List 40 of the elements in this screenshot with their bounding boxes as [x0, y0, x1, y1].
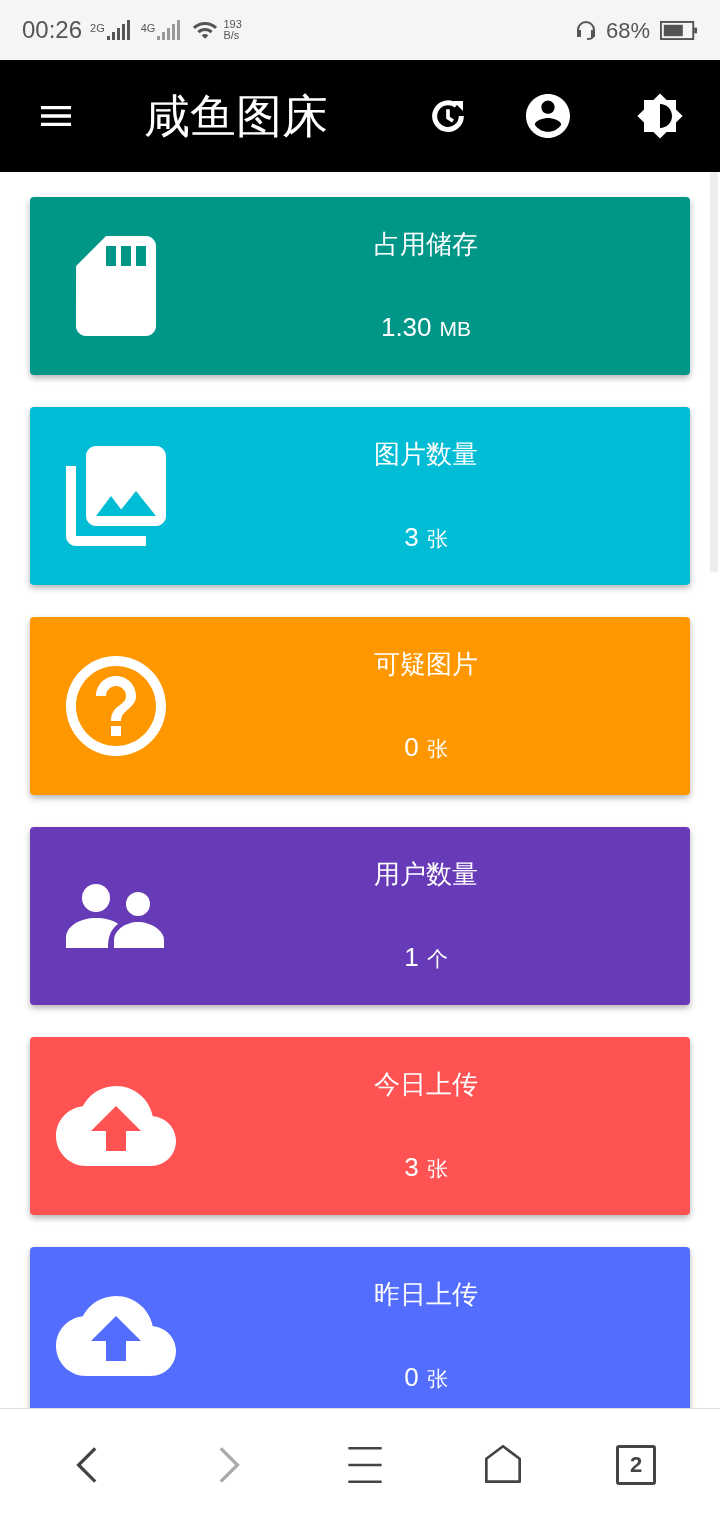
card-title: 昨日上传 [374, 1278, 478, 1311]
sd-card-icon [76, 236, 156, 336]
battery-percent: 68% [605, 16, 650, 45]
theme-button[interactable] [636, 92, 684, 140]
card-title: 图片数量 [374, 438, 478, 471]
image-gallery-icon [66, 446, 166, 546]
signal-icon [106, 20, 131, 40]
card-value: 1 [404, 941, 419, 974]
clock-time: 00:26 [22, 15, 83, 45]
card-value: 1.30 [380, 311, 432, 344]
speed-value: 193 [223, 19, 242, 30]
network-label: 4G [140, 21, 156, 36]
network-label: 2G [90, 21, 105, 36]
card-value: 3 [404, 521, 419, 554]
card-value: 0 [404, 731, 419, 764]
card-title: 今日上传 [374, 1068, 478, 1101]
account-icon [526, 94, 570, 138]
cloud-upload-icon [56, 1086, 176, 1166]
cloud-upload-icon [56, 1296, 176, 1376]
card-unit: 张 [426, 1366, 448, 1392]
signal-icon [157, 20, 182, 40]
card-unit: 张 [426, 526, 448, 552]
card-title: 可疑图片 [374, 648, 478, 681]
card-value: 0 [404, 1361, 419, 1394]
tabs-button[interactable]: 2 [616, 1444, 656, 1485]
app-title: 咸鱼图床 [144, 88, 328, 144]
question-icon [66, 656, 166, 756]
card-title: 占用储存 [374, 228, 478, 261]
battery-icon [660, 20, 698, 40]
card-value: 3 [404, 1151, 419, 1184]
card-unit: 张 [426, 736, 448, 762]
card-title: 用户数量 [374, 858, 478, 891]
card-unit: MB [439, 316, 472, 342]
card-unit: 张 [426, 1156, 448, 1182]
wifi-icon [191, 19, 220, 41]
speed-unit: B/s [223, 30, 241, 41]
brightness-icon [636, 92, 684, 140]
card-unit: 个 [426, 946, 448, 972]
users-icon [66, 884, 166, 948]
account-button[interactable] [526, 94, 570, 138]
